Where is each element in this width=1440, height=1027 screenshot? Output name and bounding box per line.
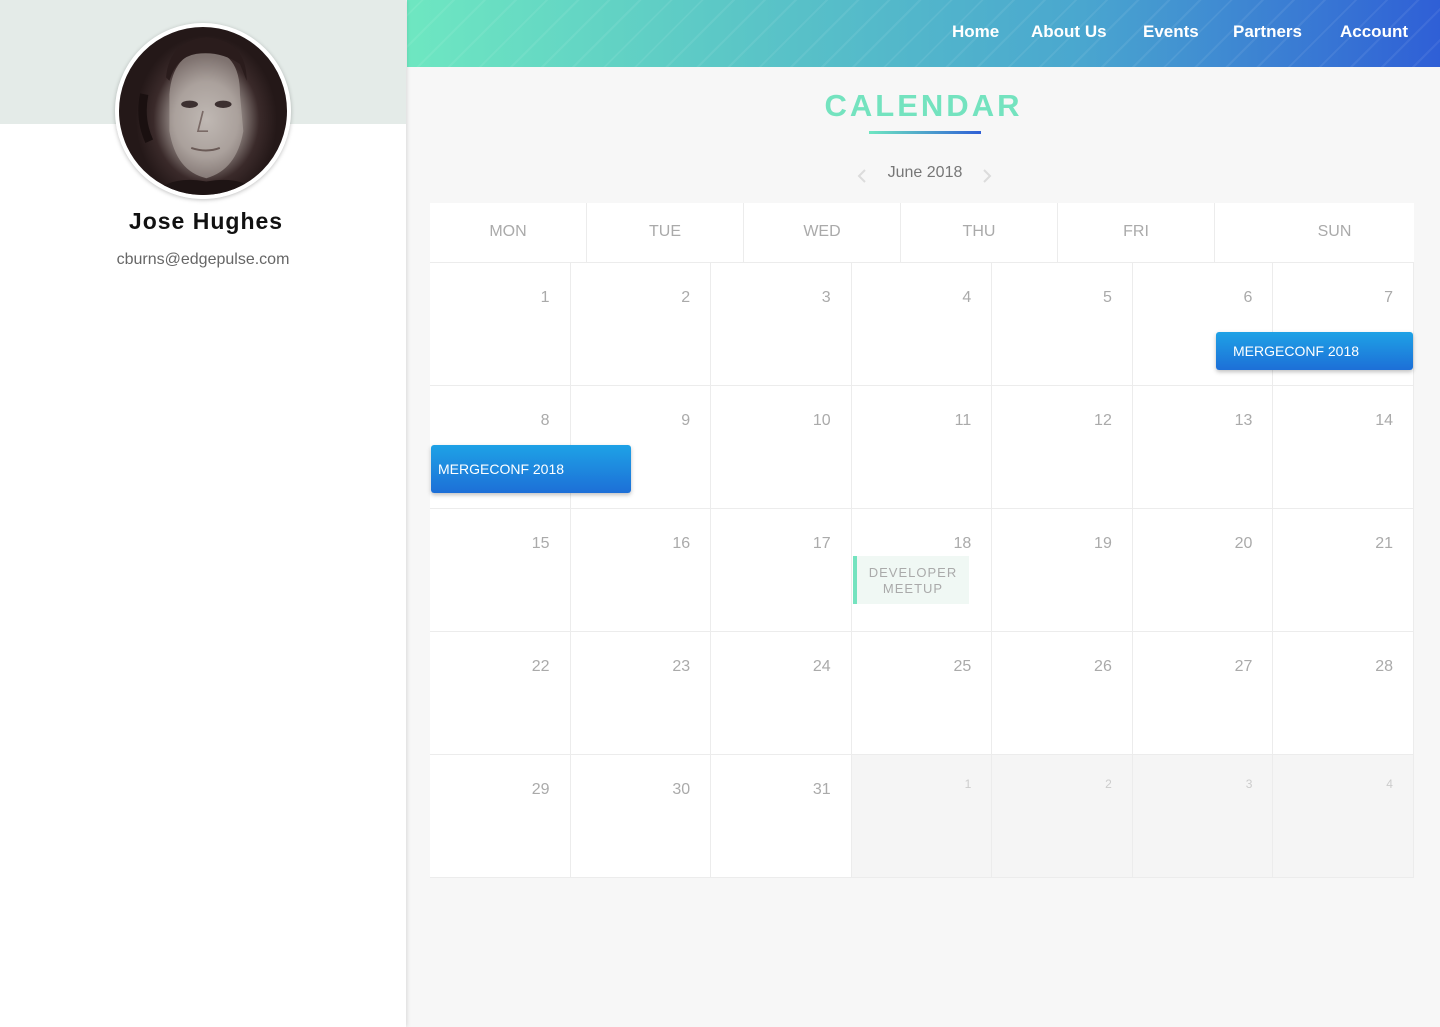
day-number: 2 bbox=[681, 289, 691, 306]
calendar-day-cell[interactable]: 4 bbox=[851, 263, 993, 386]
top-header: Home About Us Events Partners Account bbox=[407, 0, 1440, 67]
day-number: 14 bbox=[1375, 412, 1393, 429]
calendar-day-cell[interactable]: 15 bbox=[430, 509, 571, 632]
event-mergeconf-week2[interactable]: MERGECONF 2018 bbox=[431, 445, 631, 493]
calendar-day-cell-next-month[interactable]: 4 bbox=[1273, 755, 1414, 878]
nav-home[interactable]: Home bbox=[952, 22, 999, 42]
day-number: 6 bbox=[1243, 289, 1253, 306]
day-number: 17 bbox=[812, 535, 831, 552]
calendar-day-cell[interactable]: 12 bbox=[992, 386, 1133, 509]
day-number: 20 bbox=[1234, 535, 1253, 552]
calendar-day-cell[interactable]: 3 bbox=[711, 263, 852, 386]
day-number: 22 bbox=[531, 658, 550, 675]
day-number: 3 bbox=[821, 289, 831, 306]
calendar-day-cell-next-month[interactable]: 1 bbox=[851, 755, 993, 878]
nav-about-us[interactable]: About Us bbox=[1031, 22, 1107, 42]
calendar-day-cell[interactable]: 21 bbox=[1273, 509, 1414, 632]
month-label: June 2018 bbox=[887, 164, 963, 181]
day-number: 2 bbox=[1105, 777, 1112, 791]
event-mergeconf-week1[interactable]: MERGECONF 2018 bbox=[1216, 332, 1413, 370]
calendar-day-cell[interactable]: 2 bbox=[570, 263, 712, 386]
weekday-thu: THU bbox=[901, 203, 1058, 263]
calendar-day-cell-next-month[interactable]: 2 bbox=[992, 755, 1133, 878]
day-number: 26 bbox=[1094, 658, 1112, 675]
day-number: 9 bbox=[681, 412, 691, 429]
day-number: 13 bbox=[1234, 412, 1253, 429]
weekday-mon: MON bbox=[430, 203, 587, 263]
day-number: 23 bbox=[672, 658, 691, 675]
calendar-day-cell[interactable]: 20 bbox=[1132, 509, 1274, 632]
day-number: 5 bbox=[1102, 289, 1112, 306]
day-number: 8 bbox=[540, 412, 550, 429]
day-number: 10 bbox=[812, 412, 831, 429]
chevron-right-icon[interactable] bbox=[976, 166, 996, 186]
day-number: 16 bbox=[672, 535, 691, 552]
month-navigator: June 2018 bbox=[407, 164, 1440, 186]
calendar-day-cell[interactable]: 16 bbox=[570, 509, 712, 632]
day-number: 1 bbox=[540, 289, 550, 306]
title-underline bbox=[869, 131, 981, 134]
day-number: 31 bbox=[812, 781, 831, 798]
weekday-tue: TUE bbox=[587, 203, 744, 263]
nav-events[interactable]: Events bbox=[1143, 22, 1199, 42]
day-number: 3 bbox=[1245, 777, 1253, 791]
avatar[interactable] bbox=[115, 23, 291, 199]
calendar-day-cell[interactable]: 11 bbox=[851, 386, 993, 509]
weekday-sun: SUN bbox=[1317, 223, 1352, 240]
calendar-day-cell[interactable]: 17 bbox=[711, 509, 852, 632]
calendar-day-cell[interactable]: 25 bbox=[851, 632, 993, 755]
calendar-grid: MON TUE WED THU FRI SUN 1 2 3 4 5 6 7 8 9 10 11 12 1… bbox=[430, 203, 1414, 878]
calendar-day-cell[interactable]: 31 bbox=[711, 755, 852, 878]
day-number: 30 bbox=[672, 781, 691, 798]
day-number: 25 bbox=[953, 658, 972, 675]
day-number: 7 bbox=[1384, 289, 1393, 306]
profile-sidebar: Jose Hughes cburns@edgepulse.com bbox=[0, 0, 406, 1027]
calendar-day-cell[interactable]: 19 bbox=[992, 509, 1133, 632]
page-title: CALENDAR bbox=[824, 88, 1023, 123]
avatar-photo bbox=[138, 37, 261, 195]
calendar-day-cell[interactable]: 27 bbox=[1132, 632, 1274, 755]
profile-email: cburns@edgepulse.com bbox=[116, 251, 290, 268]
profile-name: Jose Hughes bbox=[128, 208, 284, 234]
day-number: 21 bbox=[1375, 535, 1393, 552]
day-number: 28 bbox=[1375, 658, 1393, 675]
day-number: 1 bbox=[964, 777, 972, 791]
calendar-day-cell[interactable]: 1 bbox=[430, 263, 571, 386]
day-number: 18 bbox=[953, 535, 972, 552]
day-number: 4 bbox=[1386, 777, 1393, 791]
day-number: 19 bbox=[1094, 535, 1112, 552]
nav-partners[interactable]: Partners bbox=[1233, 22, 1302, 42]
weekday-wed: WED bbox=[744, 203, 901, 263]
day-number: 12 bbox=[1094, 412, 1112, 429]
calendar-day-cell[interactable]: 10 bbox=[711, 386, 852, 509]
day-number: 27 bbox=[1234, 658, 1253, 675]
calendar-day-cell-next-month[interactable]: 3 bbox=[1132, 755, 1274, 878]
event-developer-meetup[interactable]: DEVELOPER MEETUP bbox=[853, 556, 969, 604]
day-number: 11 bbox=[954, 412, 972, 429]
calendar-day-cell[interactable]: 13 bbox=[1132, 386, 1274, 509]
calendar-day-cell[interactable]: 26 bbox=[992, 632, 1133, 755]
day-number: 24 bbox=[812, 658, 831, 675]
day-number: 29 bbox=[531, 781, 550, 798]
weekday-header: MON TUE WED THU FRI SUN bbox=[430, 203, 1414, 263]
calendar-day-cell[interactable]: 29 bbox=[430, 755, 571, 878]
day-number: 4 bbox=[962, 289, 972, 306]
calendar-day-cell[interactable]: 30 bbox=[570, 755, 712, 878]
calendar-day-cell[interactable]: 22 bbox=[430, 632, 571, 755]
calendar-day-cell[interactable]: 24 bbox=[711, 632, 852, 755]
nav-account[interactable]: Account bbox=[1340, 22, 1408, 42]
weekday-fri: FRI bbox=[1058, 203, 1215, 263]
calendar-day-cell[interactable]: 23 bbox=[570, 632, 712, 755]
calendar-day-cell[interactable]: 5 bbox=[992, 263, 1133, 386]
calendar-day-cell[interactable]: 14 bbox=[1273, 386, 1414, 509]
calendar-day-cell[interactable]: 28 bbox=[1273, 632, 1414, 755]
day-number: 15 bbox=[531, 535, 550, 552]
